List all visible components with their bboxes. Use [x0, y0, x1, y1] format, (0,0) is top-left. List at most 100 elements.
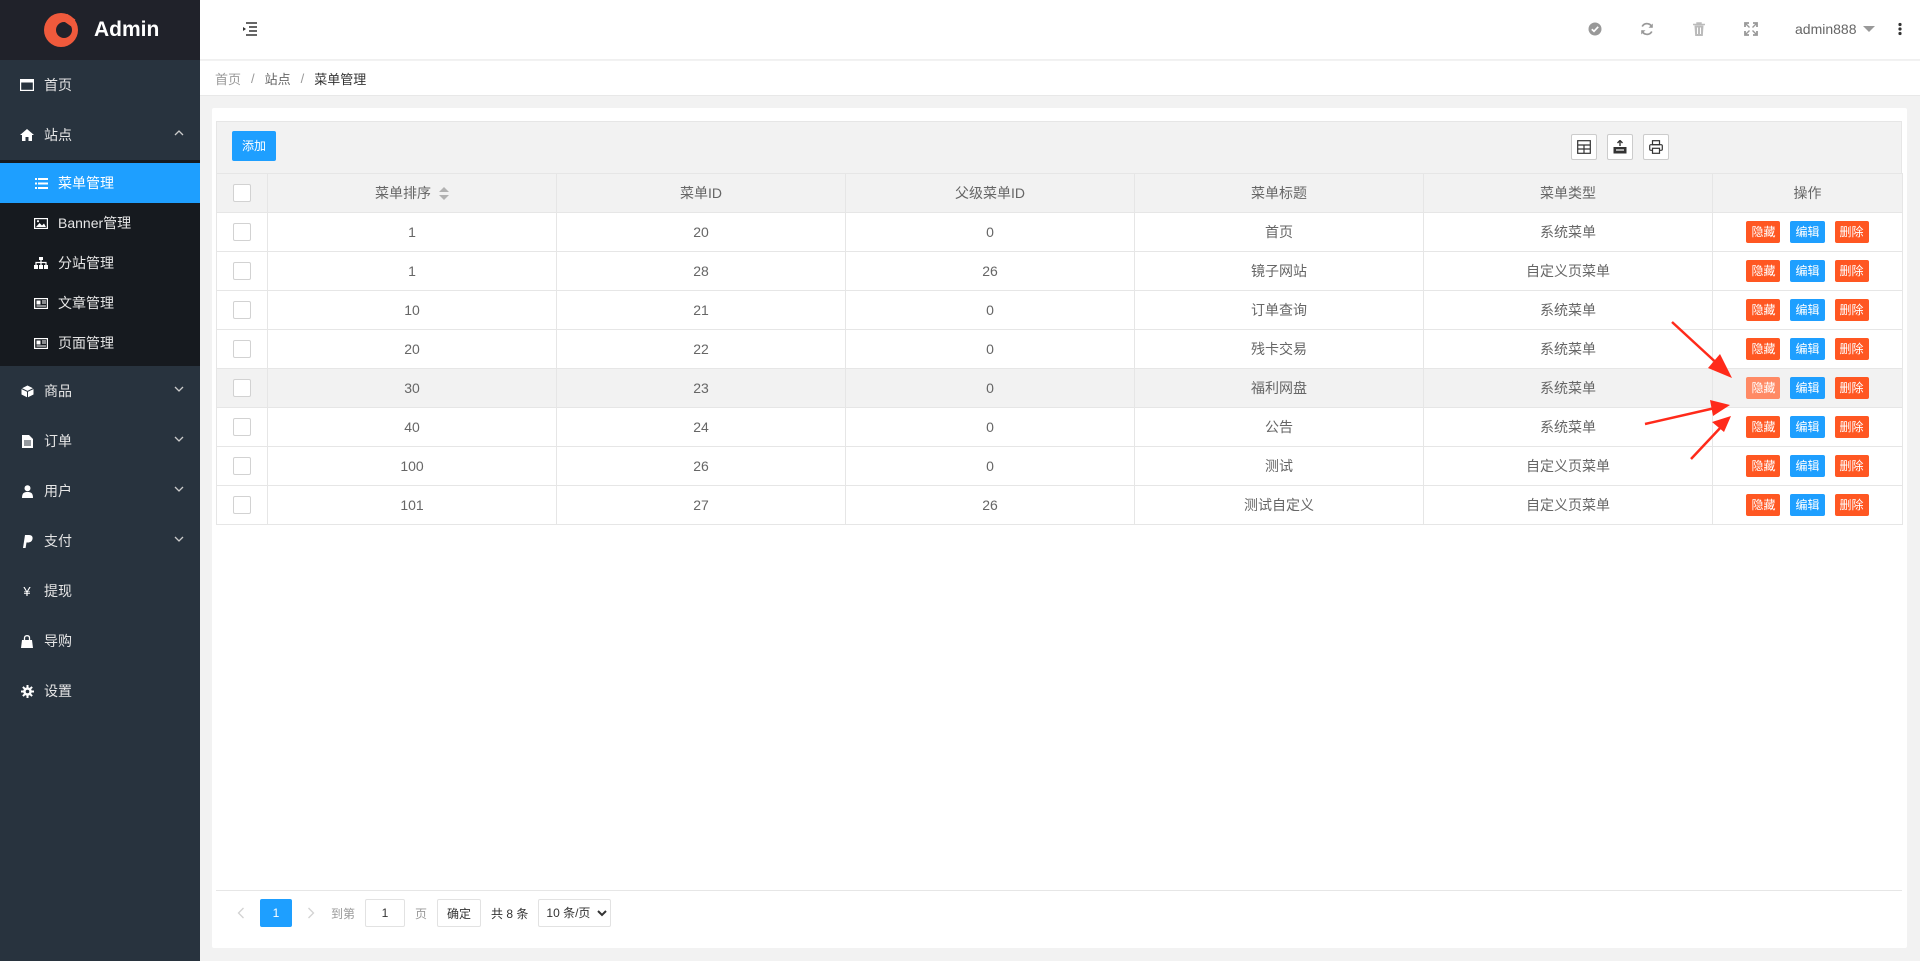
- goto-confirm-button[interactable]: 确定: [437, 899, 482, 927]
- columns-filter-button[interactable]: [1571, 134, 1597, 160]
- cell-type: 自定义页菜单: [1423, 251, 1713, 291]
- sidebar-item-shopping-guide[interactable]: 导购: [0, 616, 200, 666]
- export-button[interactable]: [1607, 134, 1633, 160]
- page-size-select[interactable]: 10 条/页: [538, 899, 612, 927]
- delete-button[interactable]: 删除: [1834, 221, 1869, 243]
- row-checkbox[interactable]: [233, 301, 251, 320]
- sidebar-item-goods[interactable]: 商品: [0, 366, 200, 416]
- edit-button[interactable]: 编辑: [1790, 455, 1825, 477]
- hide-button[interactable]: 隐藏: [1746, 221, 1781, 243]
- logo[interactable]: Admin: [0, 0, 200, 60]
- trash-icon[interactable]: [1691, 21, 1707, 37]
- columns-icon: [1577, 140, 1591, 154]
- delete-button[interactable]: 删除: [1834, 416, 1869, 438]
- hide-button[interactable]: 隐藏: [1746, 338, 1781, 360]
- row-select-cell: [216, 407, 268, 447]
- hide-button[interactable]: 隐藏: [1746, 416, 1781, 438]
- user-menu[interactable]: admin888: [1795, 21, 1875, 37]
- sidebar-item-label: 订单: [44, 433, 72, 449]
- sidebar-item-settings[interactable]: 设置: [0, 666, 200, 716]
- breadcrumb-home[interactable]: 首页: [215, 69, 241, 88]
- print-button[interactable]: [1643, 134, 1669, 160]
- user-icon: [20, 484, 34, 498]
- more-vertical-icon[interactable]: [1896, 21, 1904, 37]
- sidebar-item-label: 导购: [44, 633, 72, 649]
- cell-parent-id: 26: [845, 251, 1135, 291]
- sidebar-item-home[interactable]: 首页: [0, 60, 200, 110]
- delete-button[interactable]: 删除: [1834, 338, 1869, 360]
- edit-button[interactable]: 编辑: [1790, 494, 1825, 516]
- sidebar-item-orders[interactable]: 订单: [0, 416, 200, 466]
- row-checkbox[interactable]: [233, 262, 251, 281]
- row-checkbox[interactable]: [233, 496, 251, 515]
- sidebar-item-users[interactable]: 用户: [0, 466, 200, 516]
- fullscreen-icon[interactable]: [1743, 21, 1759, 37]
- picture-icon: [34, 216, 48, 230]
- row-checkbox[interactable]: [233, 457, 251, 476]
- edit-button[interactable]: 编辑: [1790, 260, 1825, 282]
- cell-sort: 1: [267, 212, 557, 252]
- edit-button[interactable]: 编辑: [1790, 221, 1825, 243]
- prev-page-button[interactable]: [226, 899, 256, 927]
- hide-button[interactable]: 隐藏: [1746, 377, 1781, 399]
- sidebar-item-articles[interactable]: 文章管理: [0, 283, 200, 323]
- column-header-type: 菜单类型: [1423, 173, 1713, 213]
- next-page-button[interactable]: [296, 899, 326, 927]
- sidebar-item-substation[interactable]: 分站管理: [0, 243, 200, 283]
- table-row: 10 21 0 订单查询 系统菜单 隐藏 编辑 删除: [216, 290, 1903, 330]
- delete-button[interactable]: 删除: [1834, 494, 1869, 516]
- row-checkbox[interactable]: [233, 223, 251, 242]
- column-header-sort[interactable]: 菜单排序: [267, 173, 557, 213]
- page-number-current[interactable]: 1: [260, 899, 292, 927]
- cell-actions: 隐藏 编辑 删除: [1712, 446, 1903, 486]
- row-checkbox[interactable]: [233, 340, 251, 359]
- sidebar-item-withdraw[interactable]: ¥ 提现: [0, 566, 200, 616]
- sidebar: Admin 首页 站点 菜单管理 Banner管理 分站管理 文章管理 页面管理…: [0, 0, 200, 961]
- add-button[interactable]: 添加: [232, 131, 277, 161]
- sidebar-item-label: 菜单管理: [58, 175, 114, 191]
- sidebar-item-site[interactable]: 站点: [0, 110, 200, 160]
- sort-icon[interactable]: [439, 187, 449, 201]
- column-header-actions: 操作: [1712, 173, 1903, 213]
- edit-button[interactable]: 编辑: [1790, 338, 1825, 360]
- delete-button[interactable]: 删除: [1834, 299, 1869, 321]
- sidebar-item-banner[interactable]: Banner管理: [0, 203, 200, 243]
- delete-button[interactable]: 删除: [1834, 455, 1869, 477]
- newspaper-icon: [34, 336, 48, 350]
- breadcrumb-separator: /: [251, 70, 255, 86]
- edit-button[interactable]: 编辑: [1790, 416, 1825, 438]
- pagination-bar: 1 到第 页 确定 共 8 条 10 条/页: [216, 890, 1902, 936]
- hide-button[interactable]: 隐藏: [1746, 494, 1781, 516]
- sidebar-item-label: 站点: [44, 127, 72, 143]
- sidebar-item-pages[interactable]: 页面管理: [0, 323, 200, 363]
- row-checkbox[interactable]: [233, 379, 251, 398]
- delete-button[interactable]: 删除: [1834, 377, 1869, 399]
- hide-button[interactable]: 隐藏: [1746, 455, 1781, 477]
- page-scrollbar[interactable]: [1912, 96, 1920, 961]
- goto-page-input[interactable]: [365, 899, 406, 927]
- cell-title: 福利网盘: [1134, 368, 1424, 408]
- delete-button[interactable]: 删除: [1834, 260, 1869, 282]
- cell-id: 20: [556, 212, 846, 252]
- select-all-checkbox[interactable]: [233, 184, 251, 203]
- sitemap-icon: [34, 256, 48, 270]
- cell-type: 系统菜单: [1423, 212, 1713, 252]
- cell-title: 首页: [1134, 212, 1424, 252]
- sidebar-toggle-icon[interactable]: [242, 22, 258, 38]
- refresh-icon[interactable]: [1639, 21, 1655, 37]
- breadcrumb-separator: /: [300, 70, 305, 86]
- hide-button[interactable]: 隐藏: [1746, 260, 1781, 282]
- edit-button[interactable]: 编辑: [1790, 299, 1825, 321]
- cell-sort: 10: [267, 290, 557, 330]
- check-circle-icon[interactable]: [1587, 21, 1603, 37]
- cell-parent-id: 0: [845, 329, 1135, 369]
- sidebar-item-menu-management[interactable]: 菜单管理: [0, 163, 200, 203]
- row-checkbox[interactable]: [233, 418, 251, 437]
- cell-parent-id: 0: [845, 368, 1135, 408]
- hide-button[interactable]: 隐藏: [1746, 299, 1781, 321]
- cell-id: 23: [556, 368, 846, 408]
- edit-button[interactable]: 编辑: [1790, 377, 1825, 399]
- chevron-left-icon: [237, 907, 245, 919]
- sidebar-item-payment[interactable]: 支付: [0, 516, 200, 566]
- breadcrumb-site[interactable]: 站点: [265, 69, 291, 88]
